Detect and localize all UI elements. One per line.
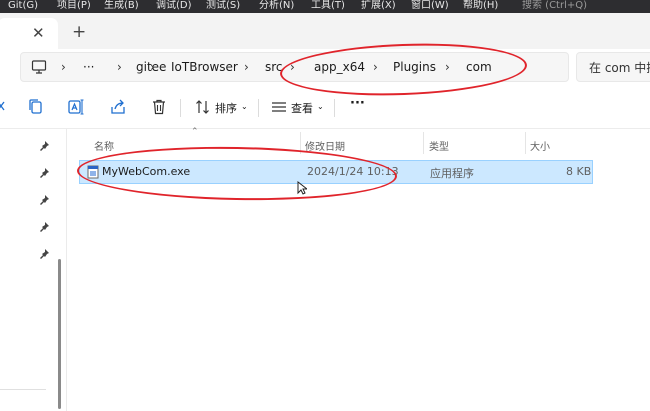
chevron-right-icon: › xyxy=(61,60,66,74)
column-divider[interactable] xyxy=(300,132,301,154)
view-button[interactable]: 查看 xyxy=(291,100,313,116)
sort-indicator-icon: ⌃ xyxy=(191,127,199,137)
vs-search-box[interactable]: 搜索 (Ctrl+Q) xyxy=(522,0,587,12)
nav-divider xyxy=(0,389,46,390)
file-type: 应用程序 xyxy=(430,167,474,180)
nav-scrollbar[interactable] xyxy=(58,259,61,409)
address-bar[interactable]: › ··· › gitee › IoTBrowser › src › app_x… xyxy=(20,52,569,82)
new-tab-icon[interactable]: + xyxy=(72,23,86,41)
explorer-tab[interactable]: ✕ xyxy=(0,18,58,49)
search-input[interactable]: 在 com 中搜索 xyxy=(589,59,650,76)
column-divider[interactable] xyxy=(423,132,424,154)
file-name: MyWebCom.exe xyxy=(102,165,191,178)
sort-button[interactable]: 排序 xyxy=(215,100,237,116)
tab-strip: ✕ + xyxy=(0,13,650,49)
address-overflow[interactable]: ··· xyxy=(83,59,94,75)
navigation-pane xyxy=(0,129,67,411)
menu-window[interactable]: 窗口(W) xyxy=(411,0,449,12)
menu-project[interactable]: 项目(P) xyxy=(57,0,91,12)
rename-icon[interactable] xyxy=(67,98,85,116)
menu-debug[interactable]: 调试(D) xyxy=(156,0,192,12)
view-icon[interactable] xyxy=(270,98,288,116)
file-row[interactable]: MyWebCom.exe 2024/1/24 10:13 应用程序 8 KB xyxy=(79,160,593,184)
command-bar: 排序 ⌄ 查看 ⌄ ··· xyxy=(0,88,650,129)
chevron-right-icon: › xyxy=(244,60,249,74)
search-box[interactable]: 在 com 中搜索 xyxy=(576,52,650,82)
share-icon[interactable] xyxy=(109,98,127,116)
toolbar-divider xyxy=(258,99,259,117)
pin-icon[interactable] xyxy=(38,167,50,179)
menu-extensions[interactable]: 扩展(X) xyxy=(361,0,396,12)
menu-test[interactable]: 测试(S) xyxy=(206,0,240,12)
pin-icon[interactable] xyxy=(38,221,50,233)
chevron-right-icon: › xyxy=(117,60,122,74)
mouse-cursor-icon xyxy=(297,181,307,195)
menu-git[interactable]: Git(G) xyxy=(8,0,38,12)
menu-help[interactable]: 帮助(H) xyxy=(463,0,498,12)
menu-analyze[interactable]: 分析(N) xyxy=(259,0,294,12)
crumb-plugins[interactable]: Plugins xyxy=(393,59,436,75)
chevron-down-icon[interactable]: ⌄ xyxy=(317,102,324,111)
cut-icon[interactable] xyxy=(0,98,14,116)
this-pc-icon[interactable] xyxy=(31,60,47,74)
crumb-com[interactable]: com xyxy=(466,59,492,75)
column-divider[interactable] xyxy=(525,132,526,154)
file-date: 2024/1/24 10:13 xyxy=(307,165,399,178)
chevron-right-icon: › xyxy=(150,60,155,74)
pin-icon[interactable] xyxy=(38,194,50,206)
copy-icon[interactable] xyxy=(27,98,45,116)
chevron-right-icon: › xyxy=(290,60,295,74)
sort-icon[interactable] xyxy=(194,98,212,116)
toolbar-divider xyxy=(334,99,335,117)
chevron-right-icon: › xyxy=(373,60,378,74)
column-header-type[interactable]: 类型 xyxy=(429,138,449,153)
pin-icon[interactable] xyxy=(38,140,50,152)
column-header-name[interactable]: 名称 xyxy=(94,138,114,153)
column-header-size[interactable]: 大小 xyxy=(530,138,550,153)
crumb-app-x64[interactable]: app_x64 xyxy=(314,59,365,75)
more-options-icon[interactable]: ··· xyxy=(350,96,365,111)
file-list: ⌃ 名称 修改日期 类型 大小 MyWebCom.exe 2024/1/24 1… xyxy=(67,127,650,411)
toolbar-divider xyxy=(180,99,181,117)
menu-tools[interactable]: 工具(T) xyxy=(311,0,345,12)
column-header-date[interactable]: 修改日期 xyxy=(305,138,345,153)
menu-build[interactable]: 生成(B) xyxy=(104,0,139,12)
crumb-iotbrowser[interactable]: IoTBrowser xyxy=(171,59,238,75)
file-size: 8 KB xyxy=(566,165,592,178)
chevron-down-icon[interactable]: ⌄ xyxy=(241,102,248,111)
delete-icon[interactable] xyxy=(150,98,168,116)
menubar: Git(G) 项目(P) 生成(B) 调试(D) 测试(S) 分析(N) 工具(… xyxy=(0,0,650,13)
address-row: › ··· › gitee › IoTBrowser › src › app_x… xyxy=(0,49,650,87)
exe-file-icon xyxy=(87,165,99,179)
chevron-right-icon: › xyxy=(445,60,450,74)
pin-icon[interactable] xyxy=(38,248,50,260)
close-tab-icon[interactable]: ✕ xyxy=(32,24,45,42)
crumb-src[interactable]: src xyxy=(265,59,283,75)
